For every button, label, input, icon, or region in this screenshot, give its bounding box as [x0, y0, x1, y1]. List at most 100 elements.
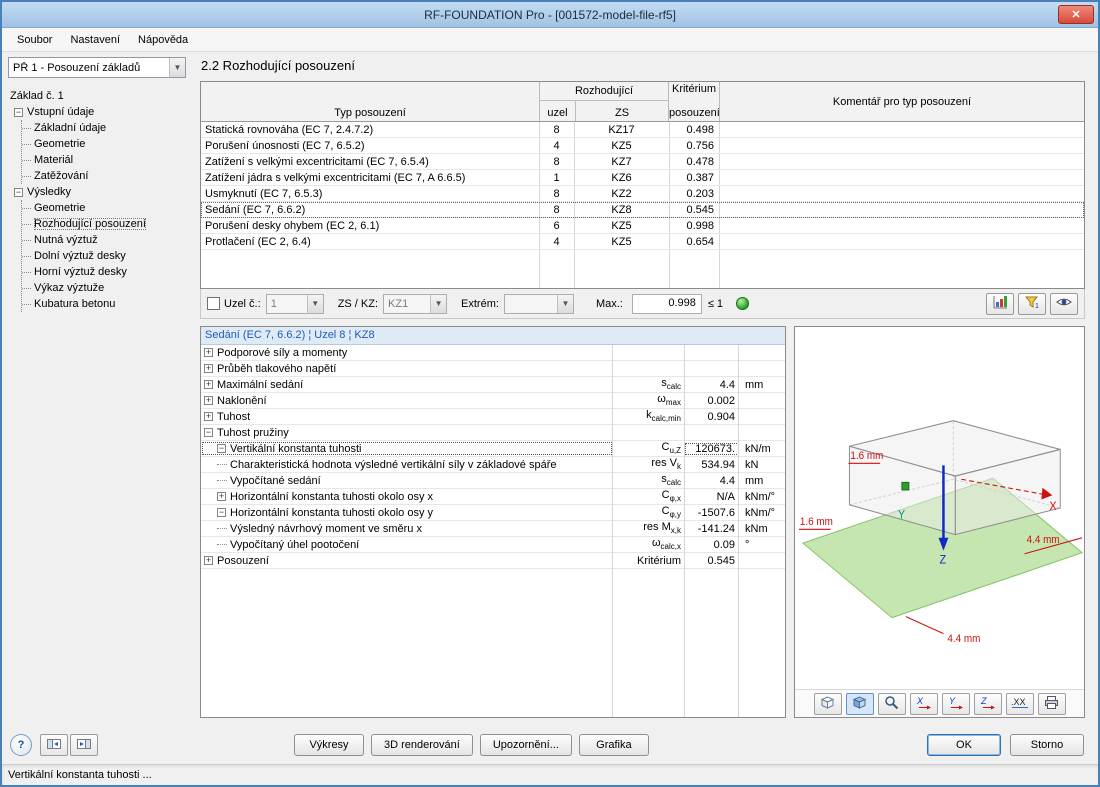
sidebar-item-rozhodujici-posouzeni[interactable]: Rozhodující posouzení: [22, 216, 192, 232]
tree-branch: Geometrie Rozhodující posouzení Nutná výzt…: [21, 200, 192, 312]
detail-symbol: scalc: [661, 377, 681, 392]
detail-symbol: Cu,Z: [661, 441, 681, 456]
tree-expander-icon[interactable]: −: [14, 187, 23, 197]
detail-row-label: Naklonění: [217, 394, 267, 407]
sidebar-item-kubatura-betonu[interactable]: Kubatura betonu: [22, 296, 192, 312]
sidebar-item-zatezovani[interactable]: Zatěžování: [22, 168, 192, 184]
help-button[interactable]: ?: [10, 734, 32, 756]
sidebar-item-zaklad-c-1[interactable]: Základ č. 1: [8, 88, 192, 104]
print-button[interactable]: [1037, 692, 1066, 715]
detail-panel-title: Sedání (EC 7, 6.6.2) ¦ Uzel 8 ¦ KZ8: [201, 327, 785, 345]
sidebar-item-zakladni-udaje[interactable]: Základní údaje: [22, 120, 192, 136]
results-table-header: Typ posouzení Rozhodující uzel ZS Kritér…: [201, 82, 1084, 122]
solid-view-button[interactable]: [845, 692, 874, 715]
expander-icon[interactable]: −: [217, 444, 226, 453]
view-y-button[interactable]: Y: [941, 692, 970, 715]
tree-expander-icon[interactable]: −: [14, 107, 23, 117]
detail-row[interactable]: + Horizontální konstanta tuhosti okolo os…: [201, 489, 785, 505]
cancel-button[interactable]: Storno: [1010, 734, 1084, 756]
expander-icon[interactable]: +: [204, 556, 213, 565]
zs-select[interactable]: KZ1 ▼: [383, 293, 448, 314]
isometric-view-button[interactable]: [813, 692, 842, 715]
render-3d-view[interactable]: X Z Y 1.6 mm 1.6 mm 4.4 mm 4.4 mm: [795, 327, 1084, 689]
results-table-row[interactable]: Protlačení (EC 2, 6.4) 4 KZ5 0.654: [201, 234, 1084, 250]
zoom-view-button[interactable]: [877, 692, 906, 715]
view-z-button[interactable]: Z: [973, 692, 1002, 715]
detail-row[interactable]: + Tuhost kcalc,min 0.904: [201, 409, 785, 425]
graphics-button[interactable]: Grafika: [578, 734, 649, 756]
detail-row[interactable]: Výsledný návrhový moment ve směru x res M…: [201, 521, 785, 537]
max-value-field[interactable]: 0.998: [631, 293, 702, 314]
expander-icon[interactable]: −: [204, 428, 213, 437]
view-x-button[interactable]: X: [909, 692, 938, 715]
navigation-tree: Základ č. 1− Vstupní údaje Základní údaje G…: [8, 88, 192, 726]
expander-icon[interactable]: +: [204, 348, 213, 357]
detail-row[interactable]: + Podporové síly a momenty: [201, 345, 785, 361]
detail-row[interactable]: + Posouzení Kritérium 0.545: [201, 553, 785, 569]
results-table-row[interactable]: Porušení únosnosti (EC 7, 6.5.2) 4 KZ5 0.75…: [201, 138, 1084, 154]
detail-row[interactable]: Vypočítané sedání scalc 4.4 mm: [201, 473, 785, 489]
detail-row[interactable]: Charakteristická hodnota výsledné vertik…: [201, 457, 785, 473]
sidebar-item-vstupni-udaje[interactable]: − Vstupní údaje: [8, 104, 192, 120]
detail-row[interactable]: + Naklonění ωmax 0.002: [201, 393, 785, 409]
expander-icon[interactable]: +: [204, 364, 213, 373]
visibility-button[interactable]: [1050, 292, 1078, 315]
cell-criterion: 0.998: [686, 219, 714, 232]
node-select[interactable]: 1 ▼: [265, 293, 324, 314]
results-table-row[interactable]: Zatížení jádra s velkými excentricitami …: [201, 170, 1084, 186]
sidebar-item-geometrie[interactable]: Geometrie: [22, 136, 192, 152]
detail-row[interactable]: + Průběh tlakového napětí: [201, 361, 785, 377]
design-case-select[interactable]: PŘ 1 - Posouzení základů ▼: [8, 57, 186, 78]
messages-button[interactable]: Upozornění...: [479, 734, 572, 756]
expander-icon[interactable]: +: [204, 380, 213, 389]
tree-item-label: Výkaz výztuže: [34, 282, 105, 294]
result-diagrams-button[interactable]: [986, 292, 1014, 315]
results-table-row[interactable]: Zatížení s velkými excentricitami (EC 7,…: [201, 154, 1084, 170]
visibility-icon: [1056, 295, 1072, 312]
detail-row-label: Tuhost: [217, 410, 251, 423]
detail-unit: kN: [745, 458, 759, 471]
sidebar-item-dolni-vyztuz-desky[interactable]: Dolní výztuž desky: [22, 248, 192, 264]
detail-row[interactable]: − Vertikální konstanta tuhosti Cu,Z 120673.…: [201, 441, 785, 457]
extreme-select[interactable]: ▼: [503, 293, 574, 314]
results-table-row[interactable]: Sedání (EC 7, 6.6.2) 8 KZ8 0.545: [201, 202, 1084, 218]
cell-criterion: 0.203: [686, 187, 714, 200]
sidebar-item-material[interactable]: Materiál: [22, 152, 192, 168]
node-filter-checkbox[interactable]: [207, 297, 220, 310]
results-table-row[interactable]: Usmyknutí (EC 7, 6.5.3) 8 KZ2 0.203: [201, 186, 1084, 202]
expander-icon[interactable]: +: [217, 492, 226, 501]
expander-icon[interactable]: +: [204, 396, 213, 405]
3d-rendering-button[interactable]: 3D renderování: [371, 734, 473, 756]
sidebar-item-vysledky[interactable]: − Výsledky: [8, 184, 192, 200]
detail-row[interactable]: − Horizontální konstanta tuhosti okolo os…: [201, 505, 785, 521]
drawings-button[interactable]: Výkresy: [294, 734, 364, 756]
titlebar[interactable]: RF-FOUNDATION Pro - [001572-model-file-r…: [2, 2, 1098, 28]
results-table-row[interactable]: Statická rovnováha (EC 7, 2.4.7.2) 8 KZ17 0…: [201, 122, 1084, 138]
tree-connector: [217, 480, 227, 481]
tree-branch: Základní údaje Geometrie Materiál Zatěžován…: [21, 120, 192, 184]
detail-row[interactable]: + Maximální sedání scalc 4.4 mm: [201, 377, 785, 393]
decimal-places-button[interactable]: .XX: [1005, 692, 1034, 715]
detail-row-labelcell: + Naklonění: [201, 393, 613, 408]
close-button[interactable]: ✕: [1058, 5, 1094, 24]
expander-icon[interactable]: −: [217, 508, 226, 517]
sidebar-item-vykaz-vyztuze[interactable]: Výkaz výztuže: [22, 280, 192, 296]
detail-row[interactable]: Vypočítaný úhel pootočení ωcalc,x 0.09 °: [201, 537, 785, 553]
view-x-icon: X: [915, 695, 932, 713]
detail-row[interactable]: − Tuhost pružiny: [201, 425, 785, 441]
menu-item-soubor[interactable]: Soubor: [8, 30, 61, 50]
detail-symbol: Cφ,x: [661, 489, 681, 504]
criterion-filter-button[interactable]: 1: [1018, 292, 1046, 315]
next-table-button[interactable]: [70, 734, 98, 756]
cell-node: 8: [553, 123, 560, 136]
results-table-row[interactable]: Porušení desky ohybem (EC 2, 6.1) 6 KZ5 0.9…: [201, 218, 1084, 234]
sidebar-item-geometrie[interactable]: Geometrie: [22, 200, 192, 216]
detail-symbol: Kritérium: [636, 554, 681, 567]
menu-item-napoveda[interactable]: Nápověda: [129, 30, 197, 50]
expander-icon[interactable]: +: [204, 412, 213, 421]
sidebar-item-nutna-vyztuz[interactable]: Nutná výztuž: [22, 232, 192, 248]
sidebar-item-horni-vyztuz-desky[interactable]: Horní výztuž desky: [22, 264, 192, 280]
menu-item-nastaveni[interactable]: Nastavení: [61, 30, 129, 50]
ok-button[interactable]: OK: [927, 734, 1001, 756]
prev-table-button[interactable]: [40, 734, 68, 756]
